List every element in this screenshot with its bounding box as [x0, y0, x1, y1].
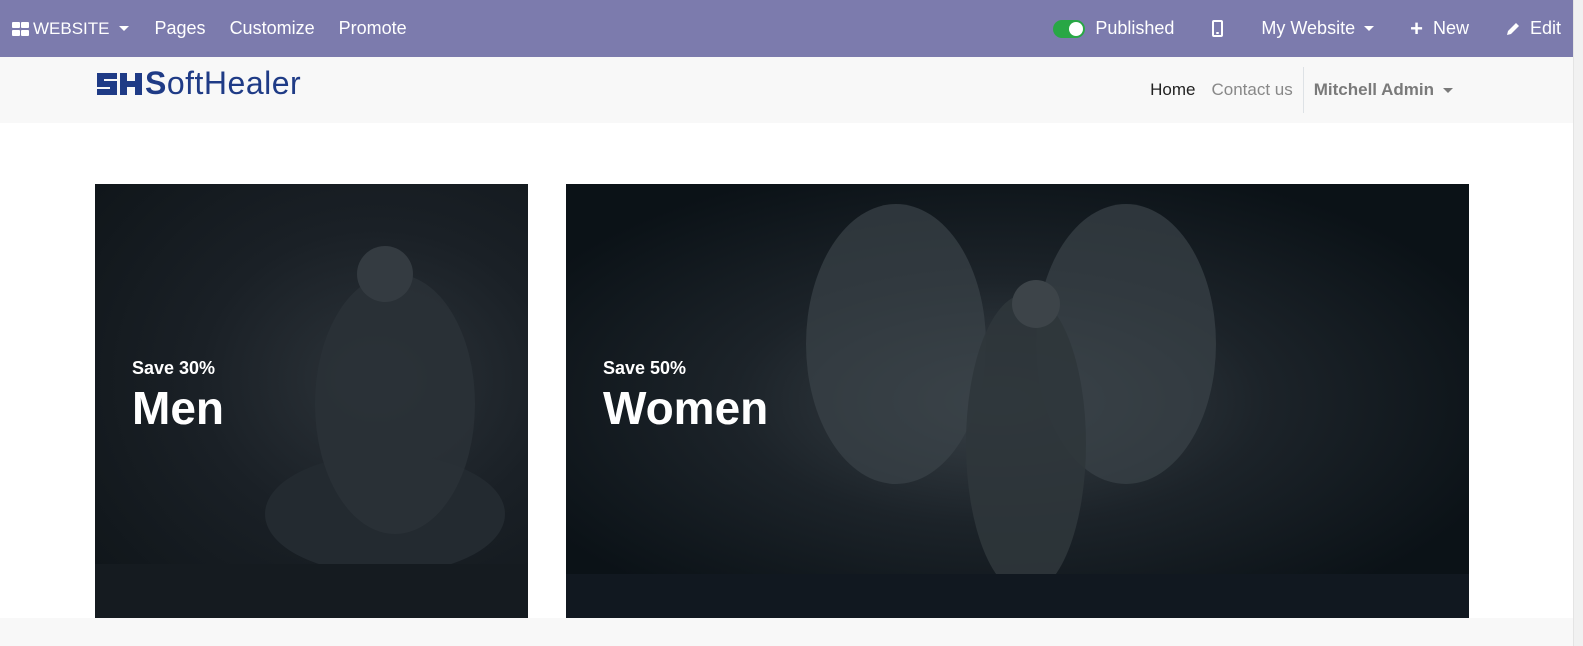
- men-banner-text: Save 30% Men: [132, 358, 224, 435]
- new-content-button[interactable]: + New: [1388, 0, 1487, 57]
- chevron-down-icon: [1443, 87, 1453, 93]
- edit-page-button[interactable]: Edit: [1486, 0, 1583, 57]
- user-menu-dropdown[interactable]: Mitchell Admin: [1306, 80, 1461, 100]
- new-label: New: [1432, 18, 1469, 38]
- admin-bar-left: WEBSITE Pages Customize Promote: [0, 0, 419, 57]
- pencil-icon: [1506, 22, 1519, 35]
- my-website-switcher[interactable]: My Website: [1247, 0, 1388, 57]
- nav-divider: [1302, 67, 1304, 113]
- women-banner-text: Save 50% Women: [603, 358, 768, 435]
- admin-bar-right: Published My Website + New Edit: [1053, 0, 1583, 57]
- nav-home-link[interactable]: Home: [1142, 80, 1203, 100]
- published-label: Published: [1095, 18, 1175, 38]
- women-category-title: Women: [603, 382, 769, 434]
- promote-menu-button[interactable]: Promote: [327, 0, 419, 57]
- men-discount-label: Save 30%: [132, 358, 216, 378]
- website-menu-label: WEBSITE: [33, 18, 110, 38]
- customize-menu-button[interactable]: Customize: [218, 0, 327, 57]
- logo-wordmark: SoftHealer: [145, 65, 302, 101]
- site-header: SoftHealer Home Contact us Mitchell Admi…: [0, 57, 1573, 123]
- men-category-title: Men: [132, 382, 224, 434]
- vertical-scrollbar[interactable]: [1573, 0, 1583, 646]
- men-promo-banner[interactable]: Save 30% Men: [95, 184, 528, 618]
- chevron-down-icon: [118, 26, 129, 31]
- mobile-preview-button[interactable]: [1188, 0, 1247, 57]
- published-toggle[interactable]: Published: [1053, 0, 1188, 57]
- softhealer-logo-icon: [97, 73, 142, 95]
- pages-menu-button[interactable]: Pages: [143, 0, 218, 57]
- women-promo-banner[interactable]: Save 50% Women: [566, 184, 1469, 618]
- toggle-switch-icon: [1053, 19, 1086, 38]
- mobile-phone-icon: [1212, 20, 1224, 37]
- chevron-down-icon: [1364, 26, 1375, 31]
- nav-contact-link[interactable]: Contact us: [1203, 80, 1300, 100]
- plus-icon: +: [1410, 15, 1423, 41]
- website-menu-button[interactable]: WEBSITE: [0, 0, 143, 57]
- my-website-label: My Website: [1261, 18, 1356, 38]
- website-admin-bar: WEBSITE Pages Customize Promote Publishe…: [0, 0, 1583, 57]
- main-navigation: Home Contact us Mitchell Admin: [1142, 57, 1461, 123]
- page-bottom-strip: [0, 618, 1573, 646]
- edit-label: Edit: [1529, 18, 1561, 38]
- women-discount-label: Save 50%: [603, 358, 687, 378]
- apps-grid-icon: [12, 21, 29, 36]
- user-name: Mitchell Admin: [1313, 80, 1434, 99]
- site-logo[interactable]: SoftHealer: [95, 67, 301, 99]
